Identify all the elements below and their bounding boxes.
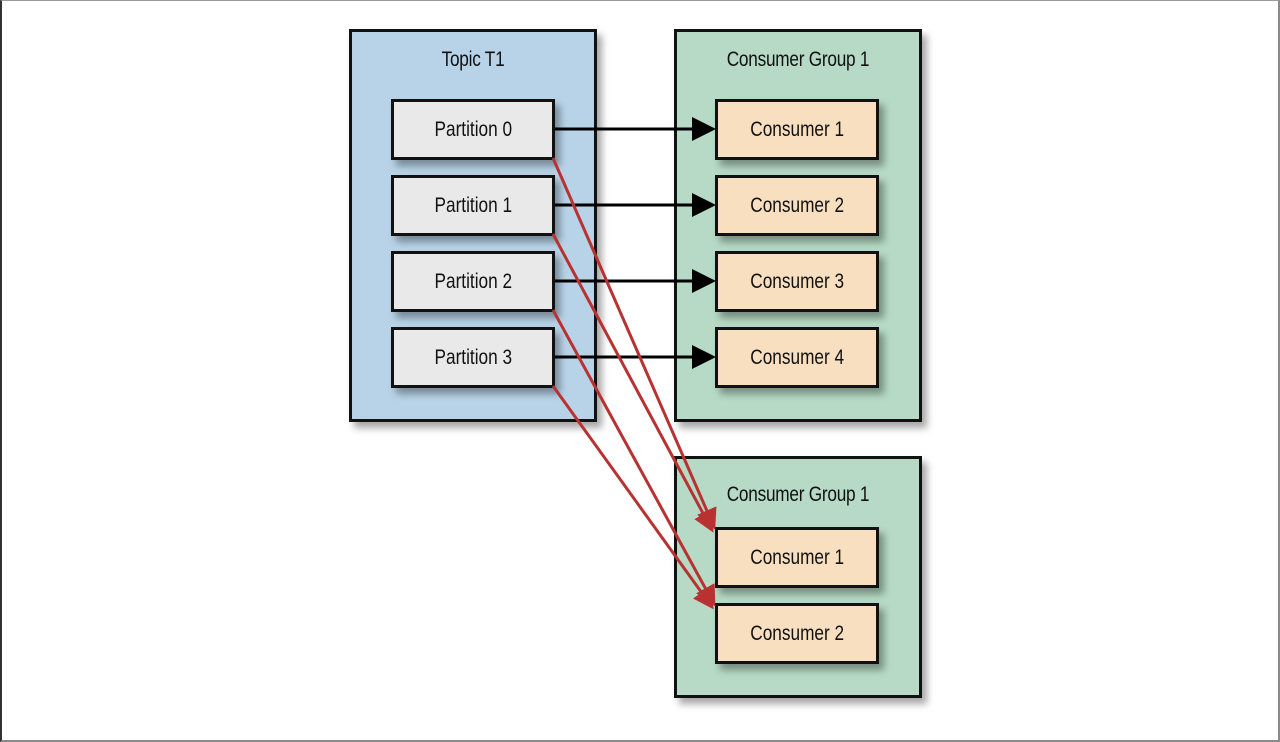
partition-2: Partition 2 [391, 251, 555, 312]
group-a-consumer-4: Consumer 4 [715, 327, 879, 388]
partition-label: Partition 2 [434, 269, 512, 293]
page-frame [0, 0, 1280, 742]
consumer-label: Consumer 4 [750, 345, 844, 369]
partition-3: Partition 3 [391, 327, 555, 388]
group-a-consumer-3: Consumer 3 [715, 251, 879, 312]
partition-1: Partition 1 [391, 175, 555, 236]
group-title: Consumer Group 1 [726, 483, 870, 506]
partition-0: Partition 0 [391, 99, 555, 160]
consumer-label: Consumer 2 [750, 193, 844, 217]
partition-label: Partition 3 [434, 345, 512, 369]
group-b-consumer-1: Consumer 1 [715, 527, 879, 588]
topic-title: Topic T1 [441, 48, 505, 71]
consumer-label: Consumer 1 [750, 117, 844, 141]
group-a-consumer-2: Consumer 2 [715, 175, 879, 236]
consumer-label: Consumer 3 [750, 269, 844, 293]
consumer-label: Consumer 2 [750, 621, 844, 645]
consumer-label: Consumer 1 [750, 545, 844, 569]
partition-label: Partition 1 [434, 193, 512, 217]
group-a-consumer-1: Consumer 1 [715, 99, 879, 160]
group-title: Consumer Group 1 [726, 48, 870, 71]
group-b-consumer-2: Consumer 2 [715, 603, 879, 664]
partition-label: Partition 0 [434, 117, 512, 141]
